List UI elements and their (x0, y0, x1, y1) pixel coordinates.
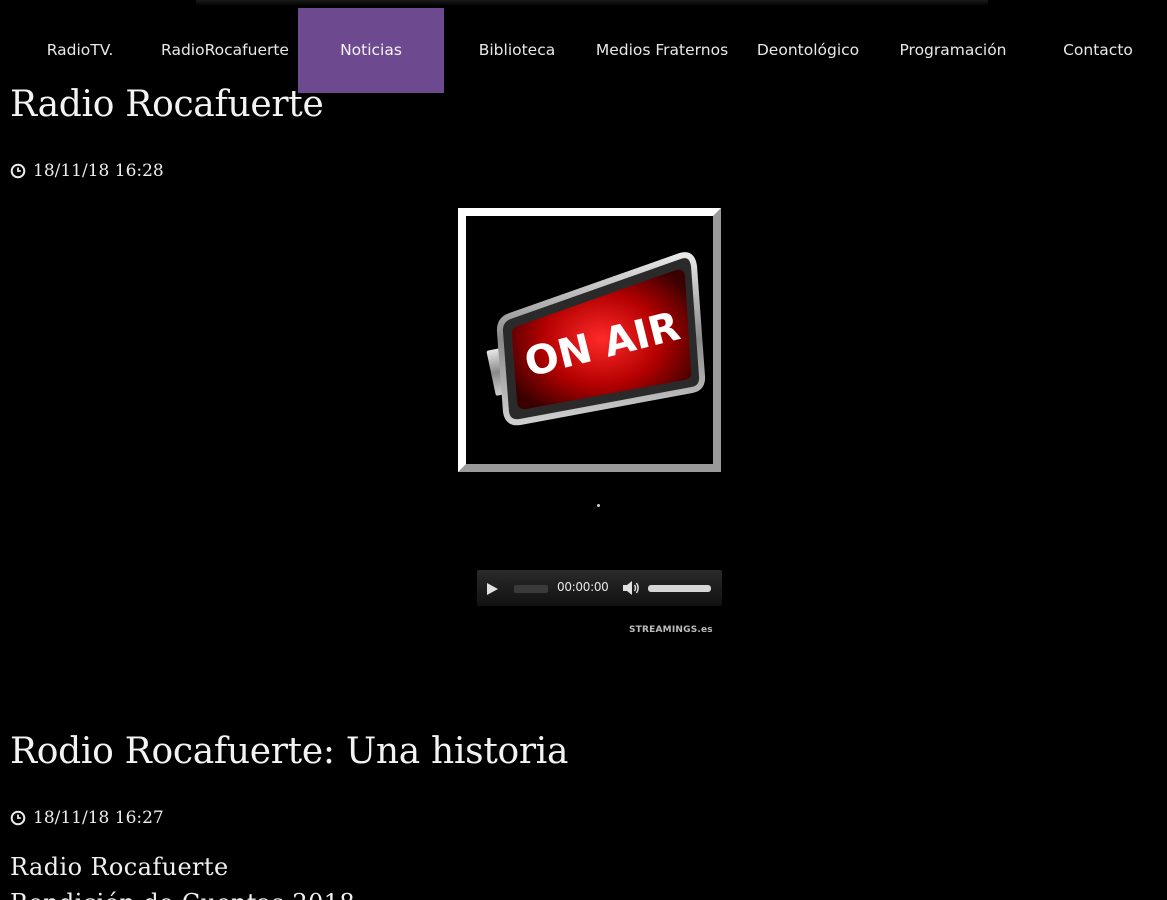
seek-bar[interactable] (514, 585, 548, 593)
nav-item-label: Contacto (1063, 41, 1133, 59)
streamings-credit[interactable]: STREAMINGS.es (629, 625, 713, 635)
decorative-dot (597, 504, 600, 507)
post-body-line: Radio Rocafuerte (10, 853, 229, 881)
post-date: 18/11/18 16:27 (10, 808, 164, 828)
nav-item-label: Noticias (340, 41, 402, 59)
nav-item-label: RadioTV. (46, 41, 114, 59)
nav-item-noticias[interactable]: Noticias (298, 8, 444, 93)
play-icon[interactable] (487, 583, 498, 595)
nav-item-radiorocafuerte[interactable]: RadioRocafuerte (155, 8, 295, 93)
volume-icon[interactable] (622, 580, 640, 596)
post-title[interactable]: Radio Rocafuerte (10, 84, 324, 125)
clock-icon (10, 810, 26, 826)
on-air-sign-icon: ON AIR (486, 252, 706, 426)
post-date-text: 18/11/18 16:28 (33, 161, 164, 181)
volume-slider[interactable] (648, 585, 711, 592)
nav-item-label: RadioRocafuerte (161, 41, 289, 59)
audio-player: 00:00:00 (477, 570, 722, 606)
on-air-image: ON AIR (458, 208, 721, 472)
main-nav: RadioTV. RadioRocafuerte Noticias Biblio… (0, 0, 1167, 95)
nav-item-biblioteca[interactable]: Biblioteca (448, 8, 586, 93)
clock-icon (10, 163, 26, 179)
nav-item-label: Biblioteca (478, 41, 556, 59)
nav-item-label: Programación (899, 41, 1007, 59)
post-date-text: 18/11/18 16:27 (33, 808, 164, 828)
nav-item-contacto[interactable]: Contacto (1028, 8, 1167, 93)
post-date: 18/11/18 16:28 (10, 161, 164, 181)
player-time: 00:00:00 (557, 580, 609, 594)
nav-item-label: Medios Fraternos (595, 41, 729, 59)
nav-item-radiotv[interactable]: RadioTV. (10, 8, 150, 93)
nav-item-programacion[interactable]: Programación (882, 8, 1024, 93)
nav-item-deontologico[interactable]: Deontológico (738, 8, 878, 93)
nav-item-label: Deontológico (756, 41, 860, 59)
post-title[interactable]: Rodio Rocafuerte: Una historia (10, 731, 568, 772)
post-body-line: Rendición de Cuentas 2018 (10, 889, 355, 900)
nav-item-medios-fraternos[interactable]: Medios Fraternos (590, 8, 734, 93)
